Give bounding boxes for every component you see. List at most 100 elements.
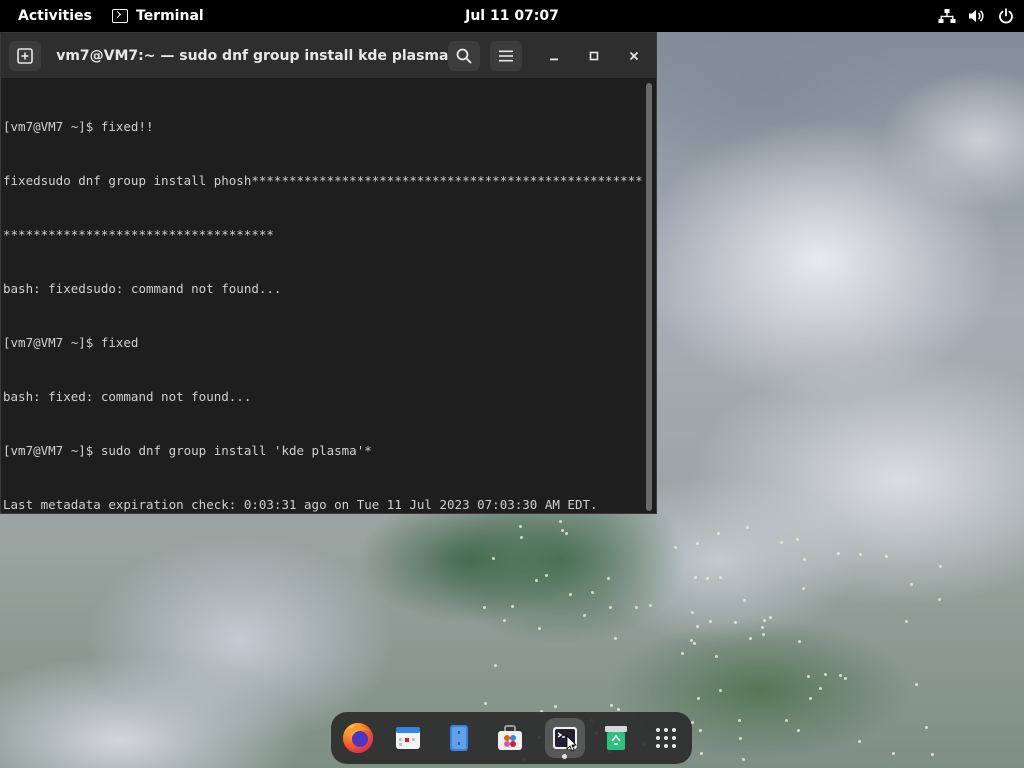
terminal-line: bash: fixedsudo: command not found... — [3, 281, 282, 296]
activities-button[interactable]: Activities — [8, 0, 102, 32]
terminal-output[interactable]: [vm7@VM7 ~]$ fixed!! fixedsudo dnf group… — [1, 80, 642, 513]
window-headerbar[interactable]: vm7@VM7:~ — sudo dnf group install kde p… — [1, 33, 656, 79]
wallpaper-speckle — [884, 554, 888, 558]
app-menu-label: Terminal — [136, 8, 204, 24]
software-icon — [498, 725, 522, 750]
wallpaper-speckle — [681, 652, 685, 656]
wallpaper-speckle — [938, 565, 942, 569]
wallpaper-speckle — [690, 610, 694, 614]
app-grid-icon — [656, 728, 676, 748]
wallpaper-speckle — [545, 573, 549, 577]
wallpaper-speckle — [838, 673, 842, 677]
calendar-icon — [396, 727, 420, 749]
terminal-line: [vm7@VM7 ~]$ sudo dnf group install 'kde… — [3, 443, 372, 458]
wallpaper-speckle — [700, 752, 704, 756]
new-tab-button[interactable] — [9, 41, 41, 71]
dock-item-terminal[interactable] — [545, 718, 585, 758]
wallpaper-speckle — [796, 728, 800, 732]
dock-item-calendar[interactable] — [388, 718, 428, 758]
wallpaper-speckle — [519, 536, 523, 540]
wallpaper-speckle — [635, 605, 639, 609]
wallpaper-speckle — [696, 697, 700, 701]
top-bar: Activities Terminal Jul 11 07:07 — [0, 0, 1024, 32]
dash-dock — [331, 712, 692, 764]
wallpaper-speckle — [699, 729, 702, 733]
wallpaper-speckle — [693, 575, 697, 579]
terminal-line: Last metadata expiration check: 0:03:31 … — [3, 497, 598, 512]
dock-item-trash[interactable] — [596, 718, 636, 758]
wallpaper-speckle — [844, 676, 848, 680]
files-icon — [450, 725, 468, 751]
wallpaper-speckle — [905, 619, 909, 623]
terminal-line: ************************************ — [3, 227, 274, 242]
wallpaper-speckle — [535, 578, 539, 582]
wallpaper-speckle — [692, 641, 696, 645]
wallpaper-speckle — [930, 752, 934, 756]
wallpaper-speckle — [746, 525, 750, 529]
dock-item-files[interactable] — [439, 718, 479, 758]
terminal-scrollbar[interactable] — [644, 83, 653, 511]
wallpaper-speckle — [719, 576, 723, 580]
scrollbar-thumb[interactable] — [646, 83, 652, 511]
wallpaper-speckle — [717, 532, 721, 536]
wallpaper-speckle — [797, 639, 801, 643]
running-app-indicator — [562, 754, 567, 759]
window-title: vm7@VM7:~ — sudo dnf group install kde p… — [56, 48, 456, 64]
wallpaper-speckle — [739, 737, 743, 741]
search-icon — [456, 48, 472, 64]
wallpaper-speckle — [915, 682, 919, 686]
minimize-button[interactable] — [538, 41, 570, 71]
wallpaper-speckle — [709, 619, 713, 623]
terminal-line: bash: fixed: command not found... — [3, 389, 252, 404]
wallpaper-speckle — [483, 606, 487, 610]
trash-icon — [605, 726, 627, 750]
wallpaper-speckle — [742, 599, 746, 603]
clock-button[interactable]: Jul 11 07:07 — [465, 8, 559, 24]
wallpaper-speckle — [836, 551, 840, 555]
wallpaper-speckle — [696, 541, 700, 545]
wallpaper-speckle — [608, 606, 612, 610]
wallpaper-speckle — [705, 576, 709, 580]
wallpaper-speckle — [795, 538, 799, 542]
wallpaper-speckle — [802, 587, 806, 591]
app-menu-button[interactable]: Terminal — [112, 0, 204, 32]
terminal-line: fixedsudo dnf group install phosh*******… — [3, 173, 642, 188]
close-button[interactable] — [618, 41, 650, 71]
wallpaper-speckle — [673, 546, 677, 550]
minimize-icon — [550, 58, 558, 61]
close-icon — [629, 51, 639, 61]
wallpaper-speckle — [761, 632, 765, 636]
wallpaper-speckle — [938, 597, 942, 601]
wallpaper-speckle — [715, 654, 719, 658]
network-icon[interactable] — [938, 8, 956, 24]
wallpaper-speckle — [606, 576, 610, 580]
wallpaper-speckle — [741, 757, 745, 761]
wallpaper-speckle — [696, 625, 700, 629]
wallpaper-speckle — [809, 696, 813, 700]
dock-item-firefox[interactable] — [338, 718, 378, 758]
dock-item-software[interactable] — [490, 718, 530, 758]
terminal-line: [vm7@VM7 ~]$ fixed — [3, 335, 139, 350]
wallpaper-speckle — [857, 739, 861, 743]
power-icon[interactable] — [998, 8, 1014, 24]
wallpaper-speckle — [510, 605, 514, 609]
search-button[interactable] — [448, 41, 480, 71]
wallpaper-speckle — [762, 618, 766, 622]
terminal-app-icon — [112, 9, 128, 23]
firefox-icon — [343, 723, 373, 753]
volume-icon[interactable] — [968, 8, 986, 24]
wallpaper-speckle — [806, 675, 810, 679]
wallpaper-speckle — [569, 592, 573, 596]
wallpaper-speckle — [924, 726, 928, 730]
main-menu-button[interactable] — [490, 41, 522, 71]
wallpaper-speckle — [553, 705, 557, 709]
wallpaper-speckle — [910, 583, 914, 587]
maximize-button[interactable] — [578, 41, 610, 71]
wallpaper-speckle — [491, 557, 495, 561]
wallpaper-speckle — [802, 557, 806, 561]
terminal-window[interactable]: vm7@VM7:~ — sudo dnf group install kde p… — [0, 32, 657, 514]
system-status-area[interactable] — [938, 0, 1014, 32]
show-apps-button[interactable] — [646, 718, 686, 758]
wallpaper-speckle — [519, 525, 523, 529]
wallpaper-speckle — [737, 719, 741, 723]
